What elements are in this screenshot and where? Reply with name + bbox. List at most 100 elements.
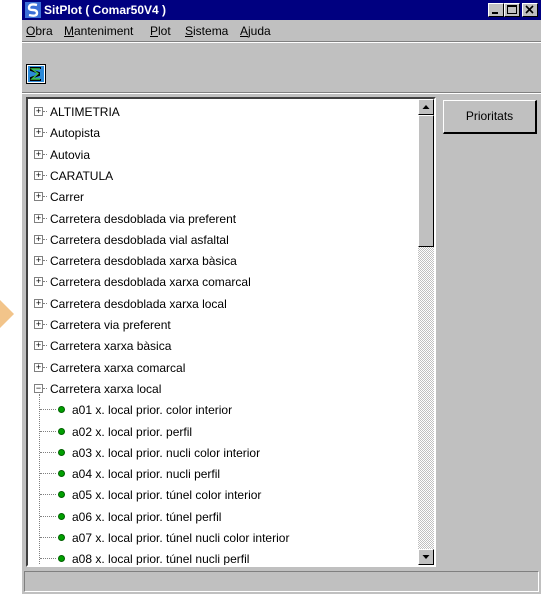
tree-node-label: Carretera xarxa local	[50, 381, 162, 396]
toolbar-separator	[22, 92, 541, 94]
menu-sistema[interactable]: Sistema	[185, 24, 228, 38]
title-bar[interactable]: SitPlot ( Comar50V4 )	[22, 0, 541, 20]
menu-ajuda[interactable]: Ajuda	[240, 24, 271, 38]
expand-icon[interactable]: +	[34, 341, 43, 351]
tree-leaf-label: a06 x. local prior. túnel perfil	[72, 509, 222, 524]
tree-leaf[interactable]: a07 x. local prior. túnel nucli color in…	[28, 528, 418, 549]
expand-icon[interactable]: +	[34, 170, 43, 180]
tree-node-label: Autovia	[50, 147, 91, 162]
tree-node-label: Carretera desdoblada xarxa comarcal	[50, 275, 251, 290]
tree-leaf[interactable]: a03 x. local prior. nucli color interior	[28, 443, 418, 464]
tree-node[interactable]: + Carretera desdoblada xarxa local	[28, 294, 418, 315]
scroll-thumb[interactable]	[418, 115, 434, 247]
tree-connector	[43, 217, 47, 219]
tree-node[interactable]: + Carretera xarxa comarcal	[28, 358, 418, 379]
tree-connector	[43, 366, 47, 368]
tree-connector	[43, 132, 47, 134]
tree-connector	[40, 409, 56, 411]
tree-leaf[interactable]: a02 x. local prior. perfil	[28, 422, 418, 443]
green-dot-icon	[58, 406, 65, 414]
expand-icon[interactable]: +	[34, 362, 43, 372]
tree-leaf[interactable]: a06 x. local prior. túnel perfil	[28, 507, 418, 528]
tree-node[interactable]: + Carretera desdoblada xarxa comarcal	[28, 272, 418, 293]
expand-icon[interactable]: +	[34, 149, 43, 159]
tree-connector	[43, 196, 47, 198]
tree-connector	[43, 345, 47, 347]
green-dot-icon	[58, 512, 65, 520]
expand-icon[interactable]: +	[34, 107, 43, 116]
tree-leaf-label: a01 x. local prior. color interior	[72, 403, 233, 418]
tree-connector	[40, 473, 56, 475]
tree-node-label: Carretera xarxa bàsica	[50, 339, 172, 354]
tree-connector	[43, 174, 47, 176]
tree-node[interactable]: + Carretera desdoblada xarxa bàsica	[28, 251, 418, 272]
vertical-scrollbar[interactable]	[418, 99, 434, 565]
tree-connector	[40, 430, 56, 432]
side-arrow-decoration	[0, 300, 14, 328]
tree-connector	[43, 111, 47, 112]
tree-node[interactable]: + Carretera desdoblada vial asfaltal	[28, 230, 418, 251]
tree-node[interactable]: + Carretera desdoblada via preferent	[28, 209, 418, 230]
menu-manteniment[interactable]: Manteniment	[64, 24, 133, 38]
menu-separator	[22, 41, 541, 43]
tree-leaf[interactable]: a04 x. local prior. nucli perfil	[28, 464, 418, 485]
tree-node[interactable]: + CARATULA	[28, 166, 418, 187]
tree-node-label: Carretera desdoblada via preferent	[50, 211, 237, 226]
expand-icon[interactable]: +	[34, 256, 43, 266]
tree-node[interactable]: + Carretera via preferent	[28, 315, 418, 336]
tree-connector	[43, 238, 47, 240]
tree-node[interactable]: + Carrer	[28, 187, 418, 208]
expand-icon[interactable]: +	[34, 192, 43, 202]
tree-leaf-label: a02 x. local prior. perfil	[72, 424, 193, 439]
expand-icon[interactable]: +	[34, 320, 43, 329]
tree-connector	[40, 515, 56, 517]
maximize-button[interactable]	[504, 3, 520, 17]
menu-obra[interactable]: Obra	[26, 24, 53, 38]
green-dot-icon	[58, 448, 65, 456]
tree-leaf[interactable]: a08 x. local prior. túnel nucli perfil	[28, 549, 418, 567]
tree-connector	[43, 281, 47, 283]
tree-connector	[40, 494, 56, 496]
minimize-button[interactable]	[488, 3, 504, 17]
tree-connector	[43, 260, 47, 262]
tree-leaf-label: a05 x. local prior. túnel color interior	[72, 488, 262, 503]
green-dot-icon	[58, 491, 65, 499]
tree-connector	[40, 558, 56, 560]
tree-connector	[40, 537, 56, 538]
tree-node[interactable]: + Carretera xarxa bàsica	[28, 336, 418, 357]
tree-node[interactable]: − Carretera xarxa local	[28, 379, 418, 400]
green-dot-icon	[58, 470, 65, 478]
tree-connector	[40, 451, 56, 453]
sitplot-toolbar-icon[interactable]	[26, 64, 46, 84]
tree-node-label: Autopista	[50, 126, 101, 141]
tree-leaf[interactable]: a01 x. local prior. color interior	[28, 400, 418, 421]
close-button[interactable]	[522, 3, 538, 17]
menu-bar: Obra Manteniment Plot Sistema Ajuda	[22, 21, 541, 41]
expand-icon[interactable]: +	[34, 234, 43, 244]
tree-node-label: Carretera desdoblada xarxa local	[50, 296, 227, 311]
expand-icon[interactable]: +	[34, 298, 43, 308]
tree-node[interactable]: + Autopista	[28, 123, 418, 144]
tree-connector	[43, 153, 47, 155]
menu-plot[interactable]: Plot	[150, 24, 171, 38]
tree-view[interactable]: + ALTIMETRIA + Autopista + Autovia + CARATULA + C…	[26, 97, 436, 567]
scroll-down-button[interactable]	[418, 549, 434, 565]
tree-leaf[interactable]: a05 x. local prior. túnel color interior	[28, 485, 418, 506]
expand-icon[interactable]: +	[34, 277, 43, 287]
tree-node-label: Carretera xarxa comarcal	[50, 360, 186, 375]
window-title: SitPlot ( Comar50V4 )	[44, 3, 167, 17]
tree-connector	[43, 324, 47, 325]
tree-leaf-label: a08 x. local prior. túnel nucli perfil	[72, 552, 250, 567]
tree-node-label: CARATULA	[50, 168, 114, 183]
expand-icon[interactable]: +	[34, 128, 43, 138]
prioritats-button[interactable]: Prioritats	[443, 100, 537, 134]
expand-icon[interactable]: +	[34, 213, 43, 223]
tree-leaf-label: a04 x. local prior. nucli perfil	[72, 467, 221, 482]
tree-node[interactable]: + ALTIMETRIA	[28, 102, 418, 123]
tree-connector	[43, 387, 47, 389]
tree-node[interactable]: + Autovia	[28, 145, 418, 166]
collapse-icon[interactable]: −	[34, 383, 43, 393]
tree-connector	[43, 302, 47, 304]
scroll-up-button[interactable]	[418, 99, 434, 115]
tree-node-label: Carretera desdoblada vial asfaltal	[50, 232, 229, 247]
